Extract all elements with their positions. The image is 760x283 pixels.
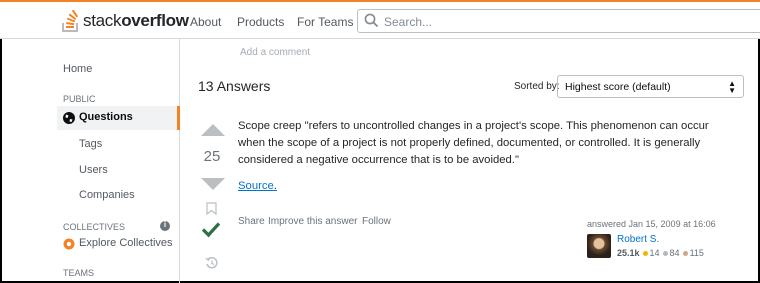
select-caret-icon: ▲ ▼: [728, 79, 736, 95]
top-bar: stackoverflow About Products For Teams: [0, 0, 760, 39]
bronze-badge-icon: [682, 250, 688, 256]
explore-collectives-label: Explore Collectives: [79, 237, 173, 249]
downvote-arrow-icon[interactable]: [201, 178, 225, 190]
sort-select[interactable]: Highest score (default) ▲ ▼: [557, 75, 744, 98]
sidebar-item-companies[interactable]: Companies: [79, 189, 135, 201]
avatar[interactable]: [587, 234, 611, 258]
add-comment-link[interactable]: Add a comment: [240, 47, 310, 58]
sorted-by-label: Sorted by:: [514, 81, 560, 92]
stackoverflow-logo[interactable]: stackoverflow: [62, 8, 189, 34]
stack-logo-icon: [62, 10, 79, 32]
sidebar-item-users[interactable]: Users: [79, 164, 108, 176]
silver-badge-icon: [662, 250, 668, 256]
upvote-arrow-icon[interactable]: [201, 124, 225, 136]
gold-badge-count: 14: [649, 248, 660, 258]
follow-link[interactable]: Follow: [362, 216, 391, 227]
accepted-check-icon: [201, 222, 221, 238]
globe-icon: [63, 112, 75, 124]
left-sidebar: Home PUBLIC Questions Tags Users Compani…: [0, 39, 180, 283]
gold-badge-icon: [642, 250, 648, 256]
collectives-icon: [63, 238, 75, 250]
vote-count: 25: [203, 148, 221, 165]
silver-badge-count: 84: [669, 248, 680, 258]
source-link-line: Source.: [238, 180, 277, 192]
nav-about[interactable]: About: [190, 15, 221, 29]
share-link[interactable]: Share: [238, 216, 265, 227]
logo-wordmark: stackoverflow: [83, 11, 189, 30]
bronze-badge-count: 115: [689, 248, 704, 258]
answer-body: Scope creep "refers to uncontrolled chan…: [238, 120, 709, 166]
sidebar-heading-teams: TEAMS: [63, 268, 95, 278]
reputation-score: 25.1k: [617, 248, 640, 258]
sidebar-item-questions[interactable]: Questions: [57, 106, 180, 130]
info-icon[interactable]: [160, 220, 170, 231]
improve-answer-link[interactable]: Improve this answer: [268, 216, 357, 227]
sidebar-item-tags[interactable]: Tags: [79, 138, 102, 150]
sidebar-heading-collectives: COLLECTIVES: [63, 222, 126, 232]
answered-timestamp: answered Jan 15, 2009 at 16:06: [587, 219, 716, 229]
bookmark-icon[interactable]: [206, 202, 217, 215]
user-reputation: 25.1k 14 84 115: [617, 248, 704, 258]
source-trailing-period: .: [273, 180, 277, 192]
sidebar-item-questions-label: Questions: [79, 111, 133, 123]
sort-selected-value: Highest score (default): [565, 81, 671, 93]
sidebar-item-home[interactable]: Home: [63, 63, 92, 75]
search-icon: [364, 13, 379, 28]
answers-count-heading: 13 Answers: [198, 78, 271, 94]
sidebar-heading-public: PUBLIC: [63, 94, 96, 104]
search-box[interactable]: [357, 9, 760, 33]
history-icon[interactable]: [205, 256, 219, 270]
source-link[interactable]: Source: [238, 180, 274, 192]
search-input[interactable]: [382, 11, 760, 33]
nav-products[interactable]: Products: [237, 15, 284, 29]
nav-for-teams[interactable]: For Teams: [297, 15, 353, 29]
user-name-link[interactable]: Robert S.: [617, 234, 659, 245]
